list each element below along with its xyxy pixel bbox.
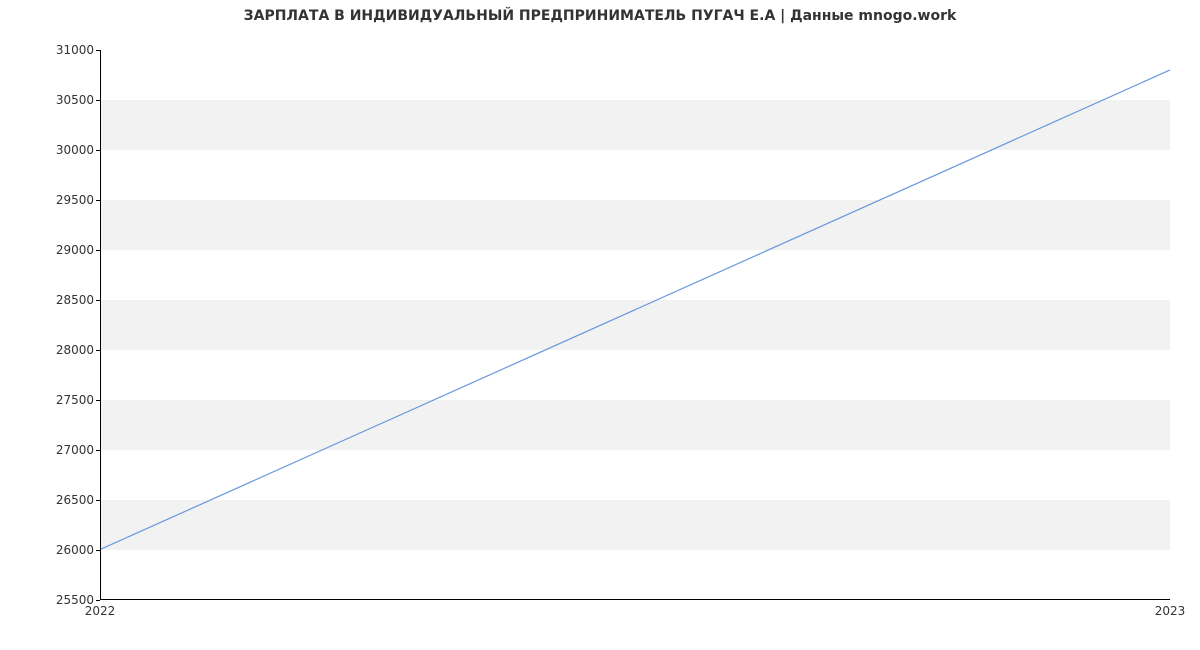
y-tick-label: 29500 (4, 193, 94, 207)
y-tick-label: 28000 (4, 343, 94, 357)
y-tick-label: 26500 (4, 493, 94, 507)
y-tick-label: 26000 (4, 543, 94, 557)
y-tick-label: 31000 (4, 43, 94, 57)
chart-title: ЗАРПЛАТА В ИНДИВИДУАЛЬНЫЙ ПРЕДПРИНИМАТЕЛ… (0, 8, 1200, 24)
plot-area (100, 50, 1170, 600)
y-tick-label: 27500 (4, 393, 94, 407)
y-tick-mark (96, 600, 100, 601)
y-tick-label: 29000 (4, 243, 94, 257)
y-tick-label: 30000 (4, 143, 94, 157)
y-tick-label: 30500 (4, 93, 94, 107)
data-line (101, 50, 1170, 599)
y-tick-label: 28500 (4, 293, 94, 307)
y-tick-label: 25500 (4, 593, 94, 607)
x-tick-label: 2022 (85, 604, 116, 618)
x-tick-label: 2023 (1155, 604, 1186, 618)
y-tick-label: 27000 (4, 443, 94, 457)
line-chart: ЗАРПЛАТА В ИНДИВИДУАЛЬНЫЙ ПРЕДПРИНИМАТЕЛ… (0, 0, 1200, 650)
